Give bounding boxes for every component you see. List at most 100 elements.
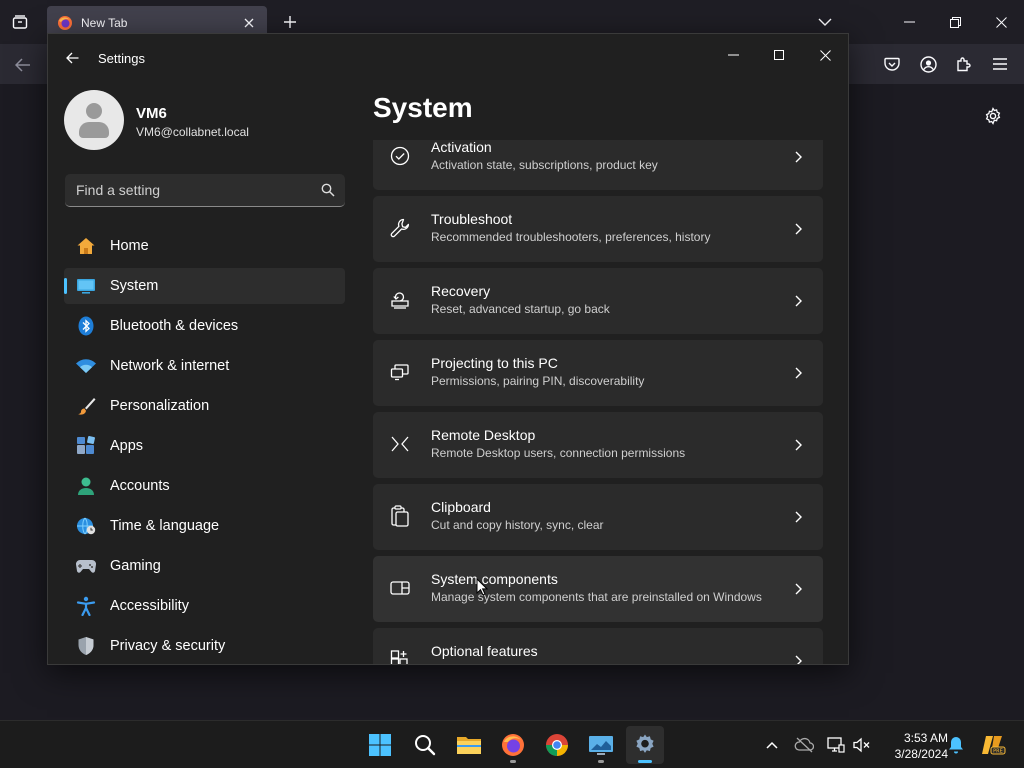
optional-features-icon (389, 649, 411, 664)
search-input[interactable] (65, 174, 315, 206)
running-indicator (598, 760, 604, 763)
chevron-right-icon (791, 365, 805, 381)
taskbar-file-explorer[interactable] (450, 726, 488, 764)
card-title: Remote Desktop (431, 427, 536, 443)
settings-titlebar: Settings (48, 34, 848, 82)
sidebar-item-system[interactable]: System (64, 268, 345, 304)
chevron-up-icon[interactable] (762, 735, 782, 755)
card-title: Clipboard (431, 499, 491, 515)
mouse-cursor-icon (476, 578, 488, 596)
user-email: VM6@collabnet.local (136, 125, 249, 139)
maximize-icon[interactable] (756, 40, 802, 70)
sidebar-item-gaming[interactable]: Gaming (64, 548, 345, 584)
minimize-icon[interactable] (894, 8, 924, 36)
sidebar-item-label: Gaming (110, 558, 161, 574)
network-icon[interactable] (826, 735, 846, 755)
search-icon[interactable] (321, 183, 335, 197)
menu-icon[interactable] (989, 53, 1011, 75)
chevron-down-icon[interactable] (814, 12, 836, 32)
page-title: System (373, 92, 473, 123)
firefox-icon (58, 16, 72, 30)
volume-muted-icon[interactable] (852, 735, 872, 755)
settings-card-optional-features[interactable]: Optional features (373, 628, 823, 664)
card-subtitle: Activation state, subscriptions, product… (431, 158, 658, 172)
settings-card-activation[interactable]: Activation Activation state, subscriptio… (373, 140, 823, 190)
system-components-icon (389, 577, 411, 599)
accounts-icon (75, 475, 97, 497)
taskbar-chrome[interactable] (538, 726, 576, 764)
chevron-right-icon (791, 653, 805, 664)
chevron-right-icon (791, 293, 805, 309)
settings-icon (636, 734, 654, 753)
back-arrow-icon[interactable] (10, 52, 36, 78)
sidebar-item-accessibility[interactable]: Accessibility (64, 588, 345, 624)
new-tab-icon[interactable] (278, 10, 302, 34)
globe-clock-icon (75, 515, 97, 537)
svg-text:PRE: PRE (993, 749, 1003, 755)
settings-window-title: Settings (98, 51, 145, 66)
clock[interactable]: 3:53 AM 3/28/2024 (878, 730, 948, 762)
settings-card-remote-desktop[interactable]: Remote Desktop Remote Desktop users, con… (373, 412, 823, 478)
taskbar: 3:53 AM 3/28/2024 PRE (0, 720, 1024, 768)
settings-card-system-components[interactable]: System components Manage system componen… (373, 556, 823, 622)
close-tab-icon[interactable] (241, 15, 257, 31)
sidebar-item-bluetooth[interactable]: Bluetooth & devices (64, 308, 345, 344)
taskbar-firefox[interactable] (494, 726, 532, 764)
close-icon[interactable] (986, 8, 1016, 36)
gear-icon[interactable] (982, 105, 1004, 127)
check-circle-icon (389, 145, 411, 167)
apps-icon (75, 435, 97, 457)
clipboard-icon (389, 505, 411, 527)
sidebar-item-network[interactable]: Network & internet (64, 348, 345, 384)
projecting-icon (389, 361, 411, 383)
sidebar-item-time-language[interactable]: Time & language (64, 508, 345, 544)
file-explorer-icon (457, 737, 481, 754)
user-profile[interactable]: VM6 VM6@collabnet.local (64, 90, 364, 152)
chevron-right-icon (791, 581, 805, 597)
card-subtitle: Permissions, pairing PIN, discoverabilit… (431, 374, 645, 388)
start-icon (369, 734, 391, 756)
taskbar-search[interactable] (406, 726, 444, 764)
sidebar-item-label: Home (110, 238, 149, 254)
sidebar-item-accounts[interactable]: Accounts (64, 468, 345, 504)
recovery-icon (389, 289, 411, 311)
onedrive-offline-icon[interactable] (794, 735, 814, 755)
settings-card-troubleshoot[interactable]: Troubleshoot Recommended troubleshooters… (373, 196, 823, 262)
pocket-icon[interactable] (881, 53, 903, 75)
card-title: Optional features (431, 643, 538, 659)
extensions-icon[interactable] (953, 53, 975, 75)
search-icon (415, 735, 436, 756)
settings-card-clipboard[interactable]: Clipboard Cut and copy history, sync, cl… (373, 484, 823, 550)
settings-card-projecting[interactable]: Projecting to this PC Permissions, pairi… (373, 340, 823, 406)
running-indicator (510, 760, 516, 763)
notification-bell-icon[interactable] (946, 735, 966, 755)
card-subtitle: Reset, advanced startup, go back (431, 302, 610, 316)
sidebar-item-personalization[interactable]: Personalization (64, 388, 345, 424)
settings-card-recovery[interactable]: Recovery Reset, advanced startup, go bac… (373, 268, 823, 334)
taskbar-settings[interactable] (626, 726, 664, 764)
brush-icon (75, 395, 97, 417)
tab-title: New Tab (81, 16, 128, 30)
copilot-preview-icon[interactable]: PRE (980, 735, 1006, 755)
sidebar-item-apps[interactable]: Apps (64, 428, 345, 464)
tab-list-icon[interactable] (6, 8, 34, 36)
sidebar-item-home[interactable]: Home (64, 228, 345, 264)
restore-icon[interactable] (940, 8, 970, 36)
close-icon[interactable] (802, 40, 848, 70)
avatar (64, 90, 124, 150)
sidebar-item-privacy-security[interactable]: Privacy & security (64, 628, 345, 664)
start-button[interactable] (361, 726, 399, 764)
gamepad-icon (75, 555, 97, 577)
minimize-icon[interactable] (710, 40, 756, 70)
back-arrow-icon[interactable] (62, 48, 82, 68)
system-settings-list: Activation Activation state, subscriptio… (373, 140, 824, 664)
clock-date: 3/28/2024 (894, 747, 948, 761)
chevron-right-icon (791, 221, 805, 237)
taskbar-remote-app[interactable] (582, 726, 620, 764)
chrome-icon (546, 734, 568, 756)
search-box (65, 174, 345, 207)
bluetooth-icon (75, 315, 97, 337)
sidebar-item-label: Time & language (110, 518, 220, 534)
account-icon[interactable] (917, 53, 939, 75)
sidebar-item-label: Personalization (110, 398, 210, 414)
